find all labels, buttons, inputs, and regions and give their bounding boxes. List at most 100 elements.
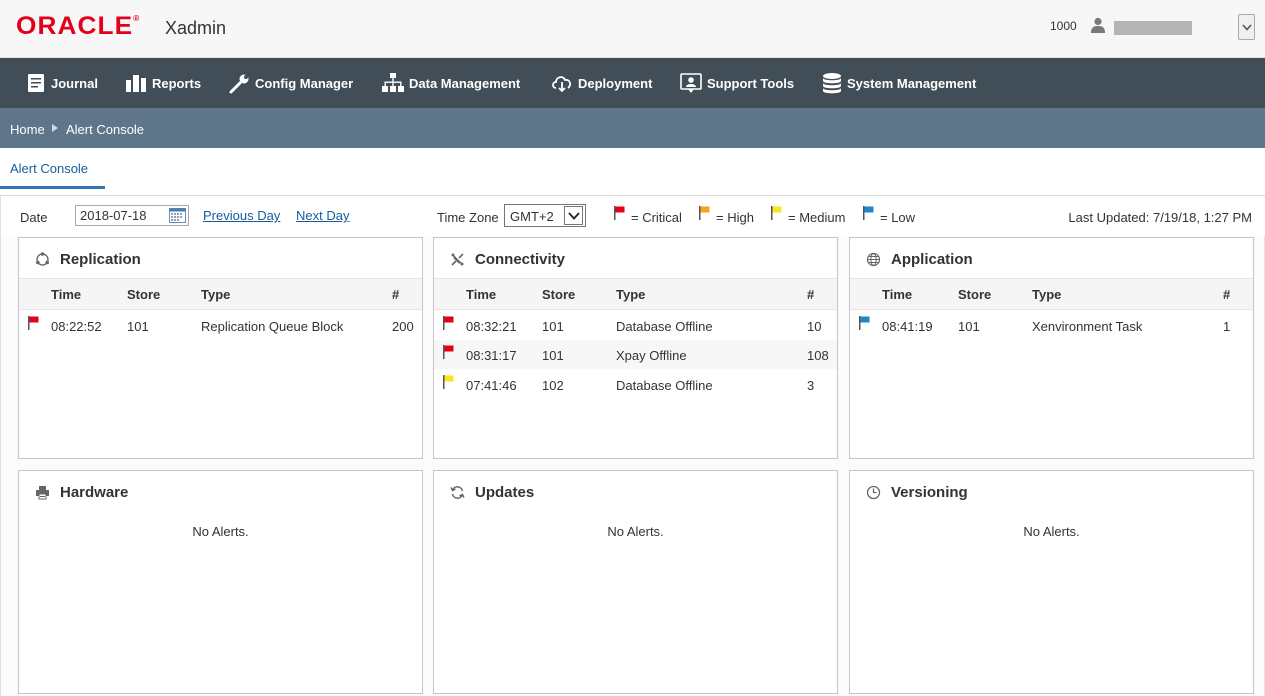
col-time[interactable]: Time (466, 287, 496, 302)
filter-toolbar: Date Previous Day Next Day Time Zone GMT… (1, 196, 1265, 236)
critical-flag-icon (443, 345, 454, 359)
legend-critical-label: = Critical (631, 210, 682, 225)
cell-count: 3 (807, 378, 815, 393)
reports-icon (126, 75, 146, 92)
date-label: Date (20, 210, 48, 225)
timezone-dropdown-button[interactable] (564, 206, 583, 225)
cell-count: 108 (807, 348, 829, 363)
low-flag-icon (859, 316, 870, 330)
low-flag-icon (863, 206, 874, 220)
nav-data-management[interactable]: Data Management (382, 58, 520, 108)
panel-connectivity: Connectivity Time Store Type # 08:32:21 … (433, 237, 838, 459)
legend-high-label: = High (716, 210, 754, 225)
wrench-icon (229, 74, 249, 93)
table-row[interactable]: 08:32:21 101 Database Offline 10 (434, 311, 837, 340)
panel-title: Application (891, 251, 973, 268)
table-header: Time Store Type # (850, 278, 1253, 310)
cloud-download-icon (552, 76, 572, 93)
user-store-number: 1000 (1050, 19, 1077, 33)
col-time[interactable]: Time (51, 287, 81, 302)
previous-day-link[interactable]: Previous Day (203, 208, 280, 223)
printer-icon (36, 486, 49, 500)
nav-config-manager-label: Config Manager (255, 75, 354, 91)
table-row[interactable]: 08:22:52 101 Replication Queue Block 200 (19, 311, 422, 340)
journal-icon (28, 74, 44, 92)
next-day-link[interactable]: Next Day (296, 208, 349, 223)
col-store[interactable]: Store (127, 287, 160, 302)
cell-time: 08:31:17 (466, 348, 517, 363)
nav-deployment[interactable]: Deployment (551, 58, 652, 108)
nav-support-tools[interactable]: Support Tools (680, 58, 794, 108)
last-updated: Last Updated: 7/19/18, 1:27 PM (1068, 210, 1252, 225)
table-row[interactable]: 08:31:17 101 Xpay Offline 108 (434, 340, 837, 369)
nav-deployment-label: Deployment (578, 75, 653, 91)
col-store[interactable]: Store (958, 287, 991, 302)
cell-type: Database Offline (616, 378, 713, 393)
cell-count: 200 (392, 319, 414, 334)
legend-medium: = Medium (771, 206, 845, 225)
tab-alert-console[interactable]: Alert Console (0, 161, 105, 189)
cell-store: 101 (958, 319, 980, 334)
nav-data-management-label: Data Management (409, 75, 521, 91)
legend-critical: = Critical (614, 206, 682, 225)
col-type[interactable]: Type (201, 287, 230, 302)
cell-store: 101 (542, 348, 564, 363)
clock-icon (866, 485, 881, 500)
panel-header: Hardware (19, 471, 422, 511)
cell-time: 07:41:46 (466, 378, 517, 393)
table-row[interactable]: 08:41:19 101 Xenvironment Task 1 (850, 311, 1253, 340)
refresh-icon (450, 486, 465, 499)
user-menu-dropdown[interactable] (1238, 14, 1255, 40)
col-count[interactable]: # (1223, 287, 1230, 302)
calendar-icon[interactable] (169, 207, 186, 223)
panel-title: Connectivity (475, 251, 566, 268)
cell-type: Xenvironment Task (1032, 319, 1143, 334)
breadcrumb-separator-icon (52, 124, 58, 132)
cell-time: 08:22:52 (51, 319, 102, 334)
timezone-select[interactable]: GMT+2 (504, 204, 586, 227)
nav-journal[interactable]: Journal (26, 58, 98, 108)
panel-title: Versioning (891, 484, 968, 501)
panel-application: Application Time Store Type # 08:41:19 1… (849, 237, 1254, 459)
cell-time: 08:32:21 (466, 319, 517, 334)
cell-store: 101 (542, 319, 564, 334)
critical-flag-icon (28, 316, 39, 330)
panel-title: Updates (475, 484, 535, 501)
replication-icon (36, 252, 49, 266)
no-alerts-message: No Alerts. (1023, 524, 1080, 539)
main-nav: Journal Reports Config Manager Data Mana… (0, 58, 1265, 108)
no-alerts-message: No Alerts. (607, 524, 664, 539)
app-name: Xadmin (165, 18, 227, 38)
panel-hardware: Hardware No Alerts. (18, 470, 423, 694)
breadcrumb-current: Alert Console (66, 122, 145, 137)
alert-console-content: Date Previous Day Next Day Time Zone GMT… (0, 196, 1265, 696)
nav-reports[interactable]: Reports (125, 58, 201, 108)
panel-title: Replication (60, 251, 141, 268)
legend-low: = Low (863, 206, 915, 225)
table-header: Time Store Type # (19, 278, 422, 310)
nav-system-management[interactable]: System Management (822, 58, 976, 108)
medium-flag-icon (443, 375, 454, 389)
legend-medium-label: = Medium (788, 210, 846, 225)
critical-flag-icon (443, 316, 454, 330)
table-row[interactable]: 07:41:46 102 Database Offline 3 (434, 370, 837, 399)
col-count[interactable]: # (392, 287, 399, 302)
breadcrumb-home[interactable]: Home (10, 122, 45, 137)
col-time[interactable]: Time (882, 287, 912, 302)
hierarchy-icon (382, 73, 404, 92)
panel-updates: Updates No Alerts. (433, 470, 838, 694)
col-count[interactable]: # (807, 287, 814, 302)
panel-header: Replication (19, 238, 422, 278)
col-store[interactable]: Store (542, 287, 575, 302)
app-header: ORACLE® Xadmin 1000 (0, 0, 1265, 58)
nav-config-manager[interactable]: Config Manager (229, 58, 353, 108)
nav-system-management-label: System Management (847, 75, 977, 91)
tab-bar: Alert Console (0, 148, 1265, 196)
col-type[interactable]: Type (1032, 287, 1061, 302)
high-flag-icon (699, 206, 710, 220)
col-type[interactable]: Type (616, 287, 645, 302)
panel-versioning: Versioning No Alerts. (849, 470, 1254, 694)
panel-header: Updates (434, 471, 837, 511)
user-icon (1091, 17, 1105, 33)
timezone-value: GMT+2 (510, 209, 554, 224)
